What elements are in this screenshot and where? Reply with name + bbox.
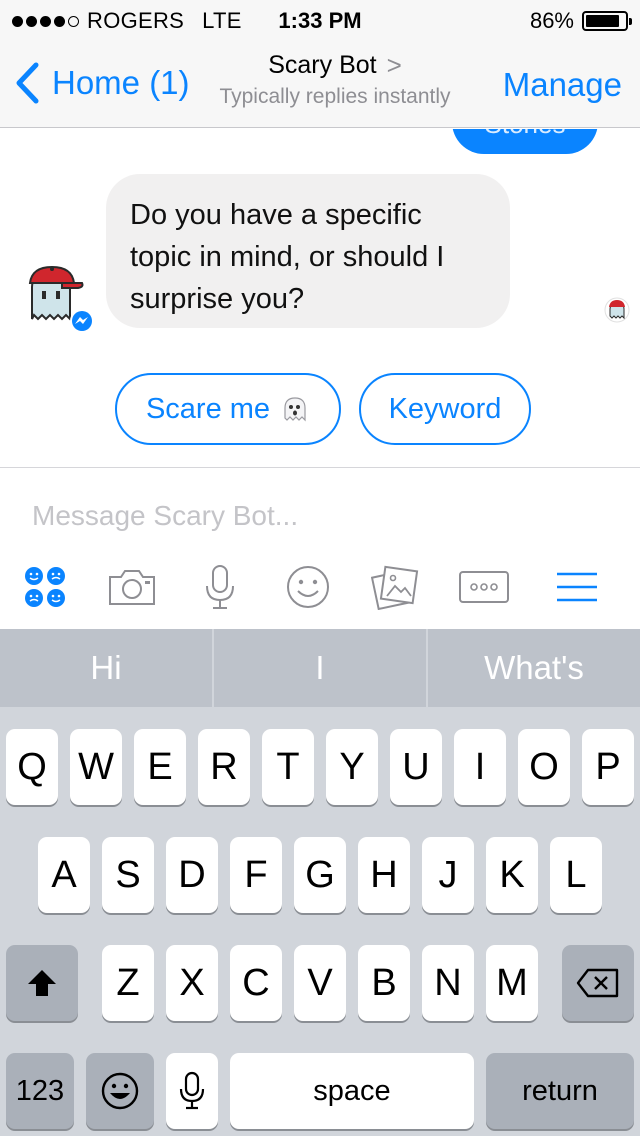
key-k[interactable]: K (486, 837, 538, 913)
key-l[interactable]: L (550, 837, 602, 913)
gallery-icon[interactable] (368, 560, 422, 614)
bot-message-bubble: Do you have a specific topic in mind, or… (106, 174, 510, 328)
microphone-icon[interactable] (196, 560, 244, 614)
key-y[interactable]: Y (326, 729, 378, 805)
key-v[interactable]: V (294, 945, 346, 1021)
chevron-left-icon (16, 62, 39, 104)
back-label: Home (1) (52, 64, 190, 101)
key-w[interactable]: W (70, 729, 122, 805)
key-g[interactable]: G (294, 837, 346, 913)
back-button[interactable]: Home (1) (14, 62, 190, 104)
key-o[interactable]: O (518, 729, 570, 805)
shift-icon (28, 970, 56, 996)
bot-avatar[interactable] (22, 261, 96, 335)
apps-icon[interactable] (18, 560, 72, 614)
key-r[interactable]: R (198, 729, 250, 805)
suggestion-item[interactable]: What's (428, 629, 640, 707)
numbers-key[interactable]: 123 (6, 1053, 74, 1129)
keyboard: Hi I What's Q W E R T Y U I O P A S D F … (0, 629, 640, 1136)
key-t[interactable]: T (262, 729, 314, 805)
key-i[interactable]: I (454, 729, 506, 805)
microphone-icon (179, 1071, 205, 1110)
message-input[interactable] (32, 494, 612, 538)
quick-reply-scare-me[interactable]: Scare me (115, 373, 341, 445)
read-receipt-avatar (604, 297, 630, 323)
key-x[interactable]: X (166, 945, 218, 1021)
emoji-icon (101, 1072, 139, 1110)
page-subtitle: Typically replies instantly (219, 85, 451, 108)
smiley-icon[interactable] (282, 560, 334, 614)
key-d[interactable]: D (166, 837, 218, 913)
key-m[interactable]: M (486, 945, 538, 1021)
key-a[interactable]: A (38, 837, 90, 913)
return-key[interactable]: return (486, 1053, 634, 1129)
emoji-key[interactable] (86, 1053, 154, 1129)
camera-icon[interactable] (104, 560, 160, 614)
battery-icon (582, 11, 632, 31)
key-b[interactable]: B (358, 945, 410, 1021)
key-n[interactable]: N (422, 945, 474, 1021)
conversation-area[interactable]: Stories Do you have a specific topic in … (0, 129, 640, 467)
chevron-right-icon: > (386, 50, 402, 80)
status-right: 86% (529, 8, 632, 34)
composer (0, 467, 640, 629)
key-f[interactable]: F (230, 837, 282, 913)
ghost-icon (284, 397, 306, 422)
quick-reply-label: Keyword (388, 392, 502, 425)
battery-percent: 86% (529, 8, 574, 33)
key-h[interactable]: H (358, 837, 410, 913)
key-z[interactable]: Z (102, 945, 154, 1021)
suggestion-item[interactable]: I (214, 629, 426, 707)
composer-toolbar (0, 560, 640, 614)
status-bar: ROGERS LTE 1:33 PM 86% (0, 0, 640, 40)
space-key[interactable]: space (230, 1053, 474, 1129)
backspace-icon (576, 968, 619, 998)
shift-key[interactable] (6, 945, 78, 1021)
menu-icon[interactable] (552, 560, 602, 614)
key-p[interactable]: P (582, 729, 634, 805)
quick-replies: Scare me Keyword (0, 373, 640, 445)
key-q[interactable]: Q (6, 729, 58, 805)
delete-key[interactable] (562, 945, 634, 1021)
suggestion-item[interactable]: Hi (0, 629, 212, 707)
quick-reply-label: Scare me (145, 392, 271, 425)
key-s[interactable]: S (102, 837, 154, 913)
key-c[interactable]: C (230, 945, 282, 1021)
key-u[interactable]: U (390, 729, 442, 805)
quick-reply-keyword[interactable]: Keyword (359, 373, 531, 445)
nav-bar: Home (1) Scary Bot > Typically replies i… (0, 40, 640, 128)
more-icon[interactable] (456, 560, 512, 614)
previous-message-text: Stories (452, 129, 598, 140)
predictive-bar: Hi I What's (0, 629, 640, 707)
key-j[interactable]: J (422, 837, 474, 913)
previous-message-bubble: Stories (452, 129, 598, 154)
page-title: Scary Bot (268, 51, 377, 79)
dictation-key[interactable] (166, 1053, 218, 1129)
conversation-header[interactable]: Scary Bot > Typically replies instantly (200, 50, 470, 109)
manage-button[interactable]: Manage (503, 66, 622, 104)
key-e[interactable]: E (134, 729, 186, 805)
